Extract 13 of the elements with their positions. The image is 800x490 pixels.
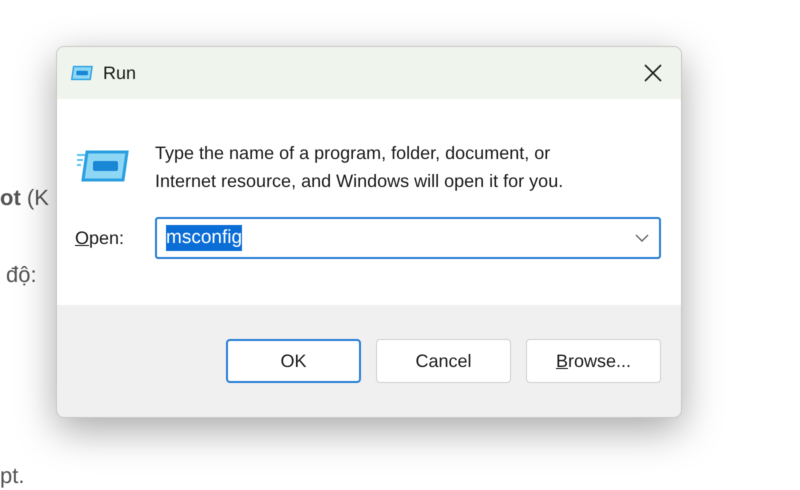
document-text: độ: [6, 261, 37, 289]
description-text: Type the name of a program, folder, document, or Internet resource, and Windows will open it for you. [155, 142, 564, 193]
run-icon [77, 149, 129, 183]
run-icon [69, 65, 93, 81]
open-combobox[interactable]: msconfig [155, 217, 661, 259]
cancel-button[interactable]: Cancel [376, 339, 511, 383]
document-text: pt. [0, 462, 24, 490]
dropdown-caret-icon[interactable] [635, 234, 649, 242]
browse-button[interactable]: Browse... [526, 339, 661, 383]
document-text: ot (K [0, 184, 49, 212]
window-title: Run [103, 62, 136, 84]
open-label: Open: [75, 226, 126, 250]
ok-button[interactable]: OK [226, 339, 361, 383]
